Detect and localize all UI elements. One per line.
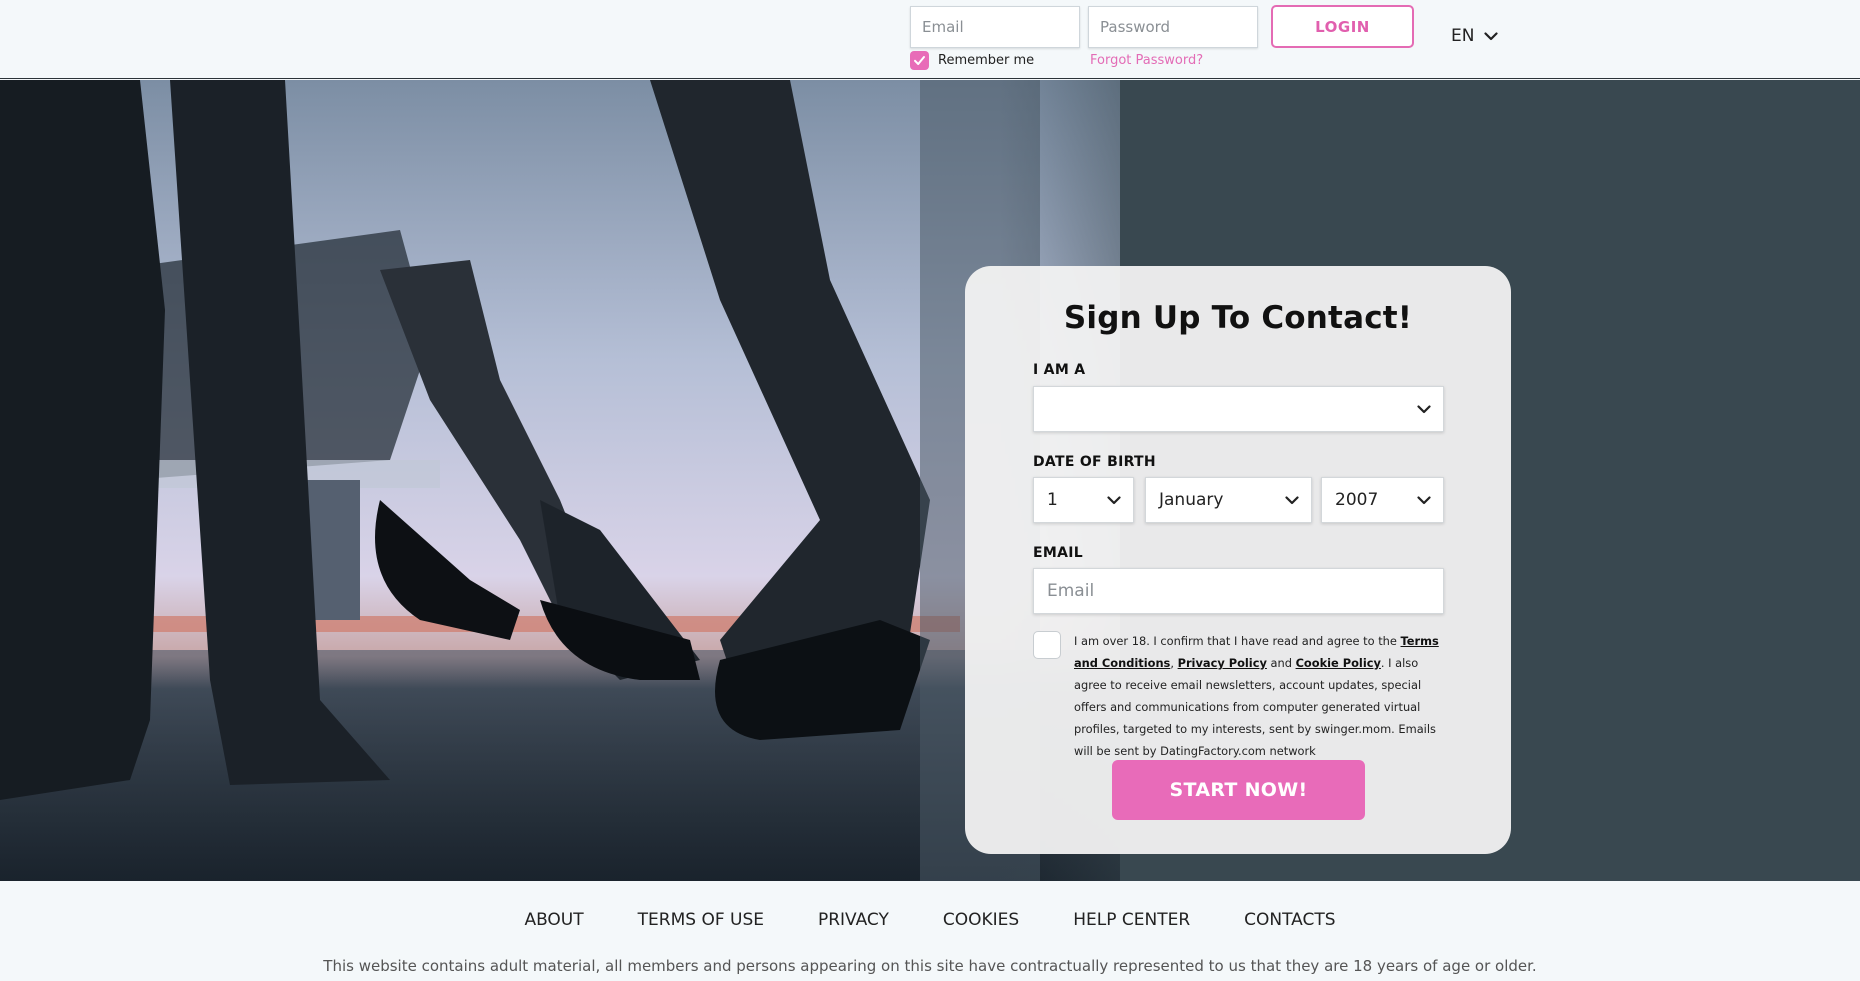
gender-select[interactable] [1033, 386, 1444, 432]
footer-nav: ABOUT TERMS OF USE PRIVACY COOKIES HELP … [0, 910, 1860, 930]
dob-day-value: 1 [1047, 490, 1058, 510]
email-label: EMAIL [1033, 545, 1083, 561]
hero-section: Sign Up To Contact! I AM A DATE OF BIRTH… [0, 80, 1860, 881]
terms-prefix: I am over 18. I confirm that I have read… [1074, 634, 1401, 648]
age-disclaimer: This website contains adult material, al… [323, 957, 1537, 975]
chevron-down-icon [1417, 404, 1431, 414]
dob-label: DATE OF BIRTH [1033, 454, 1156, 470]
signup-email-input[interactable] [1033, 568, 1444, 614]
language-label: EN [1451, 26, 1475, 46]
top-header: LOGIN Remember me Forgot Password? EN [0, 0, 1860, 79]
footer-link-privacy[interactable]: PRIVACY [818, 910, 889, 930]
footer-link-terms-of-use[interactable]: TERMS OF USE [638, 910, 764, 930]
footer-link-about[interactable]: ABOUT [524, 910, 583, 930]
dob-year-value: 2007 [1335, 490, 1379, 510]
footer-link-help-center[interactable]: HELP CENTER [1073, 910, 1190, 930]
dob-month-select[interactable]: January [1145, 477, 1312, 523]
dob-month-value: January [1159, 490, 1224, 510]
footer: ABOUT TERMS OF USE PRIVACY COOKIES HELP … [0, 881, 1860, 981]
terms-sep: , [1170, 656, 1178, 670]
gender-label: I AM A [1033, 362, 1086, 378]
checkmark-icon [914, 56, 925, 65]
remember-me-checkbox[interactable] [910, 51, 929, 70]
terms-suffix: . I also agree to receive email newslett… [1074, 656, 1436, 758]
forgot-password-link[interactable]: Forgot Password? [1090, 53, 1203, 68]
chevron-down-icon [1417, 495, 1431, 505]
terms-text: I am over 18. I confirm that I have read… [1074, 630, 1454, 762]
footer-link-cookies[interactable]: COOKIES [943, 910, 1019, 930]
dob-year-select[interactable]: 2007 [1321, 477, 1444, 523]
language-selector[interactable]: EN [1451, 26, 1499, 46]
agree-checkbox[interactable] [1033, 631, 1061, 659]
hero-photo [0, 80, 1120, 881]
footer-link-contacts[interactable]: CONTACTS [1244, 910, 1335, 930]
privacy-policy-link[interactable]: Privacy Policy [1178, 656, 1267, 670]
dob-day-select[interactable]: 1 [1033, 477, 1134, 523]
remember-me[interactable]: Remember me [910, 51, 1034, 70]
start-now-button[interactable]: START NOW! [1112, 760, 1365, 820]
login-email-input[interactable] [910, 6, 1080, 48]
remember-me-label: Remember me [938, 53, 1035, 68]
chevron-down-icon [1107, 495, 1121, 505]
login-button[interactable]: LOGIN [1271, 5, 1414, 48]
chevron-down-icon [1285, 495, 1299, 505]
terms-sep: and [1266, 656, 1296, 670]
cookie-policy-link[interactable]: Cookie Policy [1296, 656, 1381, 670]
chevron-down-icon [1484, 31, 1499, 41]
login-password-input[interactable] [1088, 6, 1258, 48]
signup-card: Sign Up To Contact! I AM A DATE OF BIRTH… [965, 266, 1511, 854]
signup-title: Sign Up To Contact! [1063, 300, 1413, 336]
